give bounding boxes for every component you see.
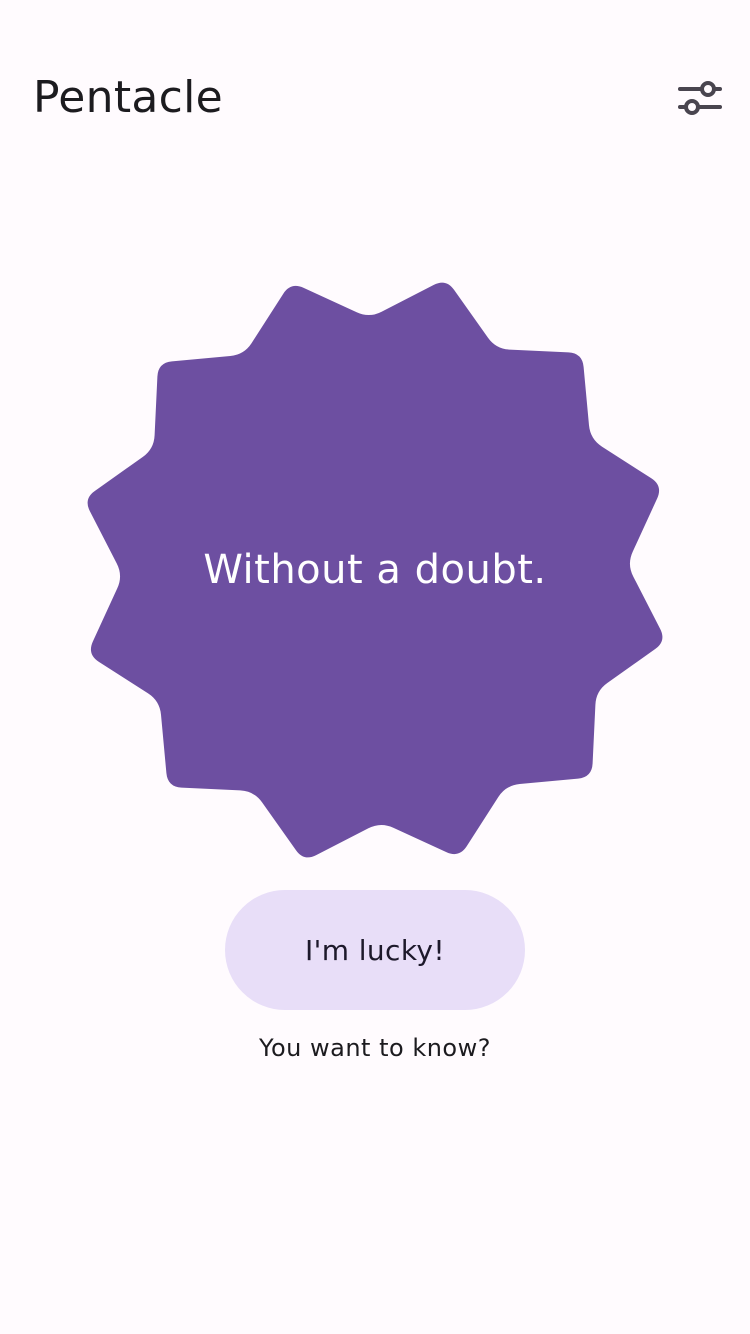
answer-text: Without a doubt.	[203, 547, 547, 593]
hint-text: You want to know?	[259, 1034, 491, 1062]
status-bar	[0, 0, 750, 40]
app-title: Pentacle	[33, 72, 224, 123]
settings-button[interactable]	[662, 60, 738, 136]
tune-icon	[678, 81, 722, 115]
im-lucky-button[interactable]: I'm lucky!	[225, 890, 525, 1010]
top-app-bar: Pentacle	[0, 60, 750, 136]
